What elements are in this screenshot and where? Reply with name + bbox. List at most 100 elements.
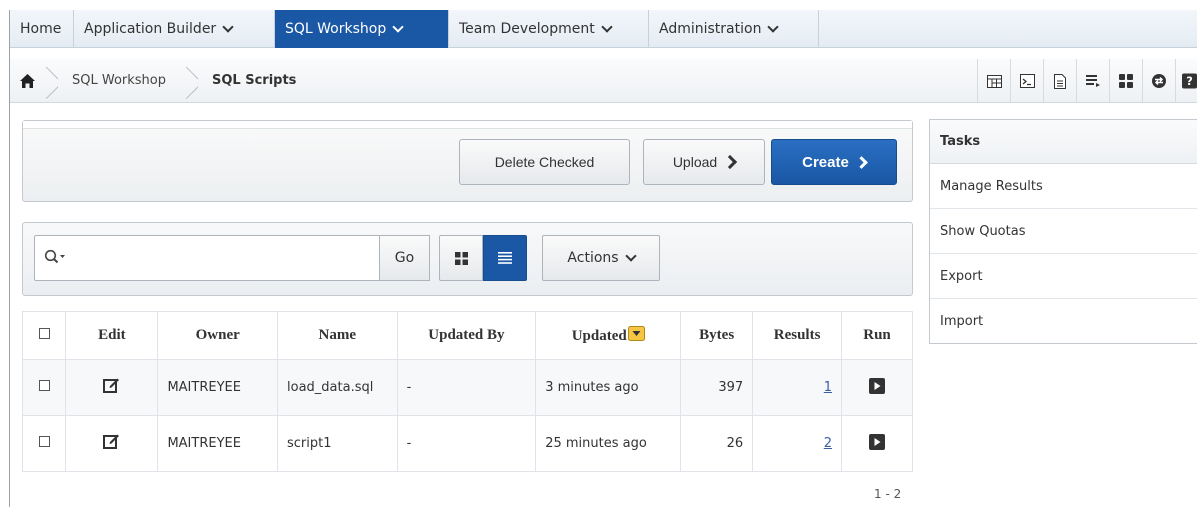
column-header-run: Run <box>841 311 913 360</box>
tab-home[interactable]: Home <box>10 10 74 48</box>
breadcrumb-separator <box>44 59 58 103</box>
task-manage-results[interactable]: Manage Results <box>930 164 1197 209</box>
breadcrumb-sql-workshop[interactable]: SQL Workshop <box>58 59 184 103</box>
table-header-row: Edit Owner Name Updated By Updated Bytes… <box>21 311 913 360</box>
upload-button[interactable]: Upload <box>643 139 765 185</box>
owner-cell: MAITREYEE <box>157 359 279 416</box>
delete-checked-button[interactable]: Delete Checked <box>459 139 630 185</box>
chevron-right-icon <box>854 155 868 169</box>
column-header-updated-by[interactable]: Updated By <box>396 311 537 360</box>
button-label: Actions <box>567 250 619 266</box>
chevron-down-icon <box>392 20 404 33</box>
results-link[interactable]: 1 <box>824 380 832 395</box>
svg-text:?: ? <box>1186 75 1193 88</box>
button-label: Upload <box>672 154 718 170</box>
task-show-quotas[interactable]: Show Quotas <box>930 209 1197 254</box>
go-button[interactable]: Go <box>379 235 430 281</box>
column-header-results[interactable]: Results <box>752 311 843 360</box>
task-export[interactable]: Export <box>930 254 1197 299</box>
column-header-label: Updated <box>571 328 627 344</box>
breadcrumb-separator <box>184 59 198 103</box>
search-input[interactable]: Go <box>34 235 430 281</box>
play-icon[interactable] <box>869 377 886 394</box>
task-import[interactable]: Import <box>930 299 1197 344</box>
tab-administration[interactable]: Administration <box>649 10 819 48</box>
name-cell: load_data.sql <box>277 359 398 416</box>
search-icon[interactable] <box>44 249 66 265</box>
edit-icon[interactable] <box>103 377 120 394</box>
scripts-table: Edit Owner Name Updated By Updated Bytes… <box>21 311 913 472</box>
sort-descending-icon[interactable] <box>627 326 645 341</box>
updated-cell: 3 minutes ago <box>535 359 682 416</box>
list-view-icon <box>498 252 512 264</box>
chevron-down-icon <box>601 20 613 33</box>
edit-cell <box>65 415 159 472</box>
breadcrumb: SQL Workshop SQL Scripts ? <box>10 59 1197 103</box>
select-all-checkbox[interactable] <box>38 328 50 339</box>
utilities-icon[interactable] <box>1109 59 1142 103</box>
tasks-title: Tasks <box>930 120 1197 164</box>
tab-label: Team Development <box>459 21 595 37</box>
toolbar-icons: ? <box>977 59 1197 103</box>
owner-cell: MAITREYEE <box>157 415 279 472</box>
create-button[interactable]: Create <box>771 139 897 185</box>
restful-services-icon[interactable] <box>1142 59 1175 103</box>
grid-view-icon <box>454 251 468 265</box>
bytes-cell: 397 <box>680 359 754 416</box>
tab-label: SQL Workshop <box>285 21 387 37</box>
tasks-panel: Tasks Manage Results Show Quotas Export … <box>929 119 1197 344</box>
sql-commands-icon[interactable] <box>1010 59 1043 103</box>
run-cell <box>841 359 913 416</box>
results-cell: 2 <box>752 415 843 472</box>
home-icon[interactable] <box>10 59 44 103</box>
sql-scripts-icon[interactable] <box>1043 59 1076 103</box>
bytes-cell: 26 <box>680 415 754 472</box>
top-navigation: Home Application Builder SQL Workshop Te… <box>10 10 1197 48</box>
results-link[interactable]: 2 <box>824 436 832 451</box>
table-row: MAITREYEE script1 - 25 minutes ago 26 2 <box>21 415 913 472</box>
view-report-button[interactable] <box>483 235 527 281</box>
button-label: Go <box>394 250 415 266</box>
name-cell: script1 <box>277 415 398 472</box>
updated-cell: 25 minutes ago <box>535 415 682 472</box>
chevron-down-icon <box>624 249 637 262</box>
column-header-edit: Edit <box>65 311 159 360</box>
query-builder-icon[interactable] <box>1076 59 1109 103</box>
updated-by-cell: - <box>396 415 537 472</box>
row-select-cell <box>21 359 67 416</box>
tab-label: Application Builder <box>84 21 217 37</box>
column-header-name[interactable]: Name <box>277 311 398 360</box>
chevron-down-icon <box>222 20 234 33</box>
tab-label: Home <box>20 21 62 37</box>
chevron-down-icon <box>767 20 780 33</box>
table-row: MAITREYEE load_data.sql - 3 minutes ago … <box>21 359 913 416</box>
tab-team-development[interactable]: Team Development <box>449 10 649 48</box>
play-icon[interactable] <box>869 433 886 450</box>
run-cell <box>841 415 913 472</box>
button-label: Create <box>802 153 849 171</box>
results-cell: 1 <box>752 359 843 416</box>
pagination-info: 1 - 2 <box>874 487 902 501</box>
updated-by-cell: - <box>396 359 537 416</box>
search-region: Go Actions <box>22 222 913 296</box>
tab-label: Administration <box>659 21 762 37</box>
edit-cell <box>65 359 159 416</box>
select-all-header <box>21 311 67 360</box>
chevron-right-icon <box>723 154 738 170</box>
button-region: Delete Checked Upload Create <box>22 120 913 202</box>
column-header-updated[interactable]: Updated <box>535 311 682 360</box>
row-select-cell <box>21 415 67 472</box>
button-label: Delete Checked <box>494 154 595 170</box>
tab-application-builder[interactable]: Application Builder <box>74 10 275 48</box>
view-icons-button[interactable] <box>439 235 483 281</box>
column-header-bytes[interactable]: Bytes <box>680 311 754 360</box>
actions-menu-button[interactable]: Actions <box>542 235 660 281</box>
breadcrumb-sql-scripts: SQL Scripts <box>212 73 297 88</box>
column-header-owner[interactable]: Owner <box>157 311 279 360</box>
row-checkbox[interactable] <box>38 436 50 447</box>
tab-sql-workshop[interactable]: SQL Workshop <box>275 10 449 48</box>
object-browser-icon[interactable] <box>977 59 1010 103</box>
help-icon[interactable]: ? <box>1175 59 1197 103</box>
edit-icon[interactable] <box>103 433 120 450</box>
row-checkbox[interactable] <box>38 380 50 391</box>
